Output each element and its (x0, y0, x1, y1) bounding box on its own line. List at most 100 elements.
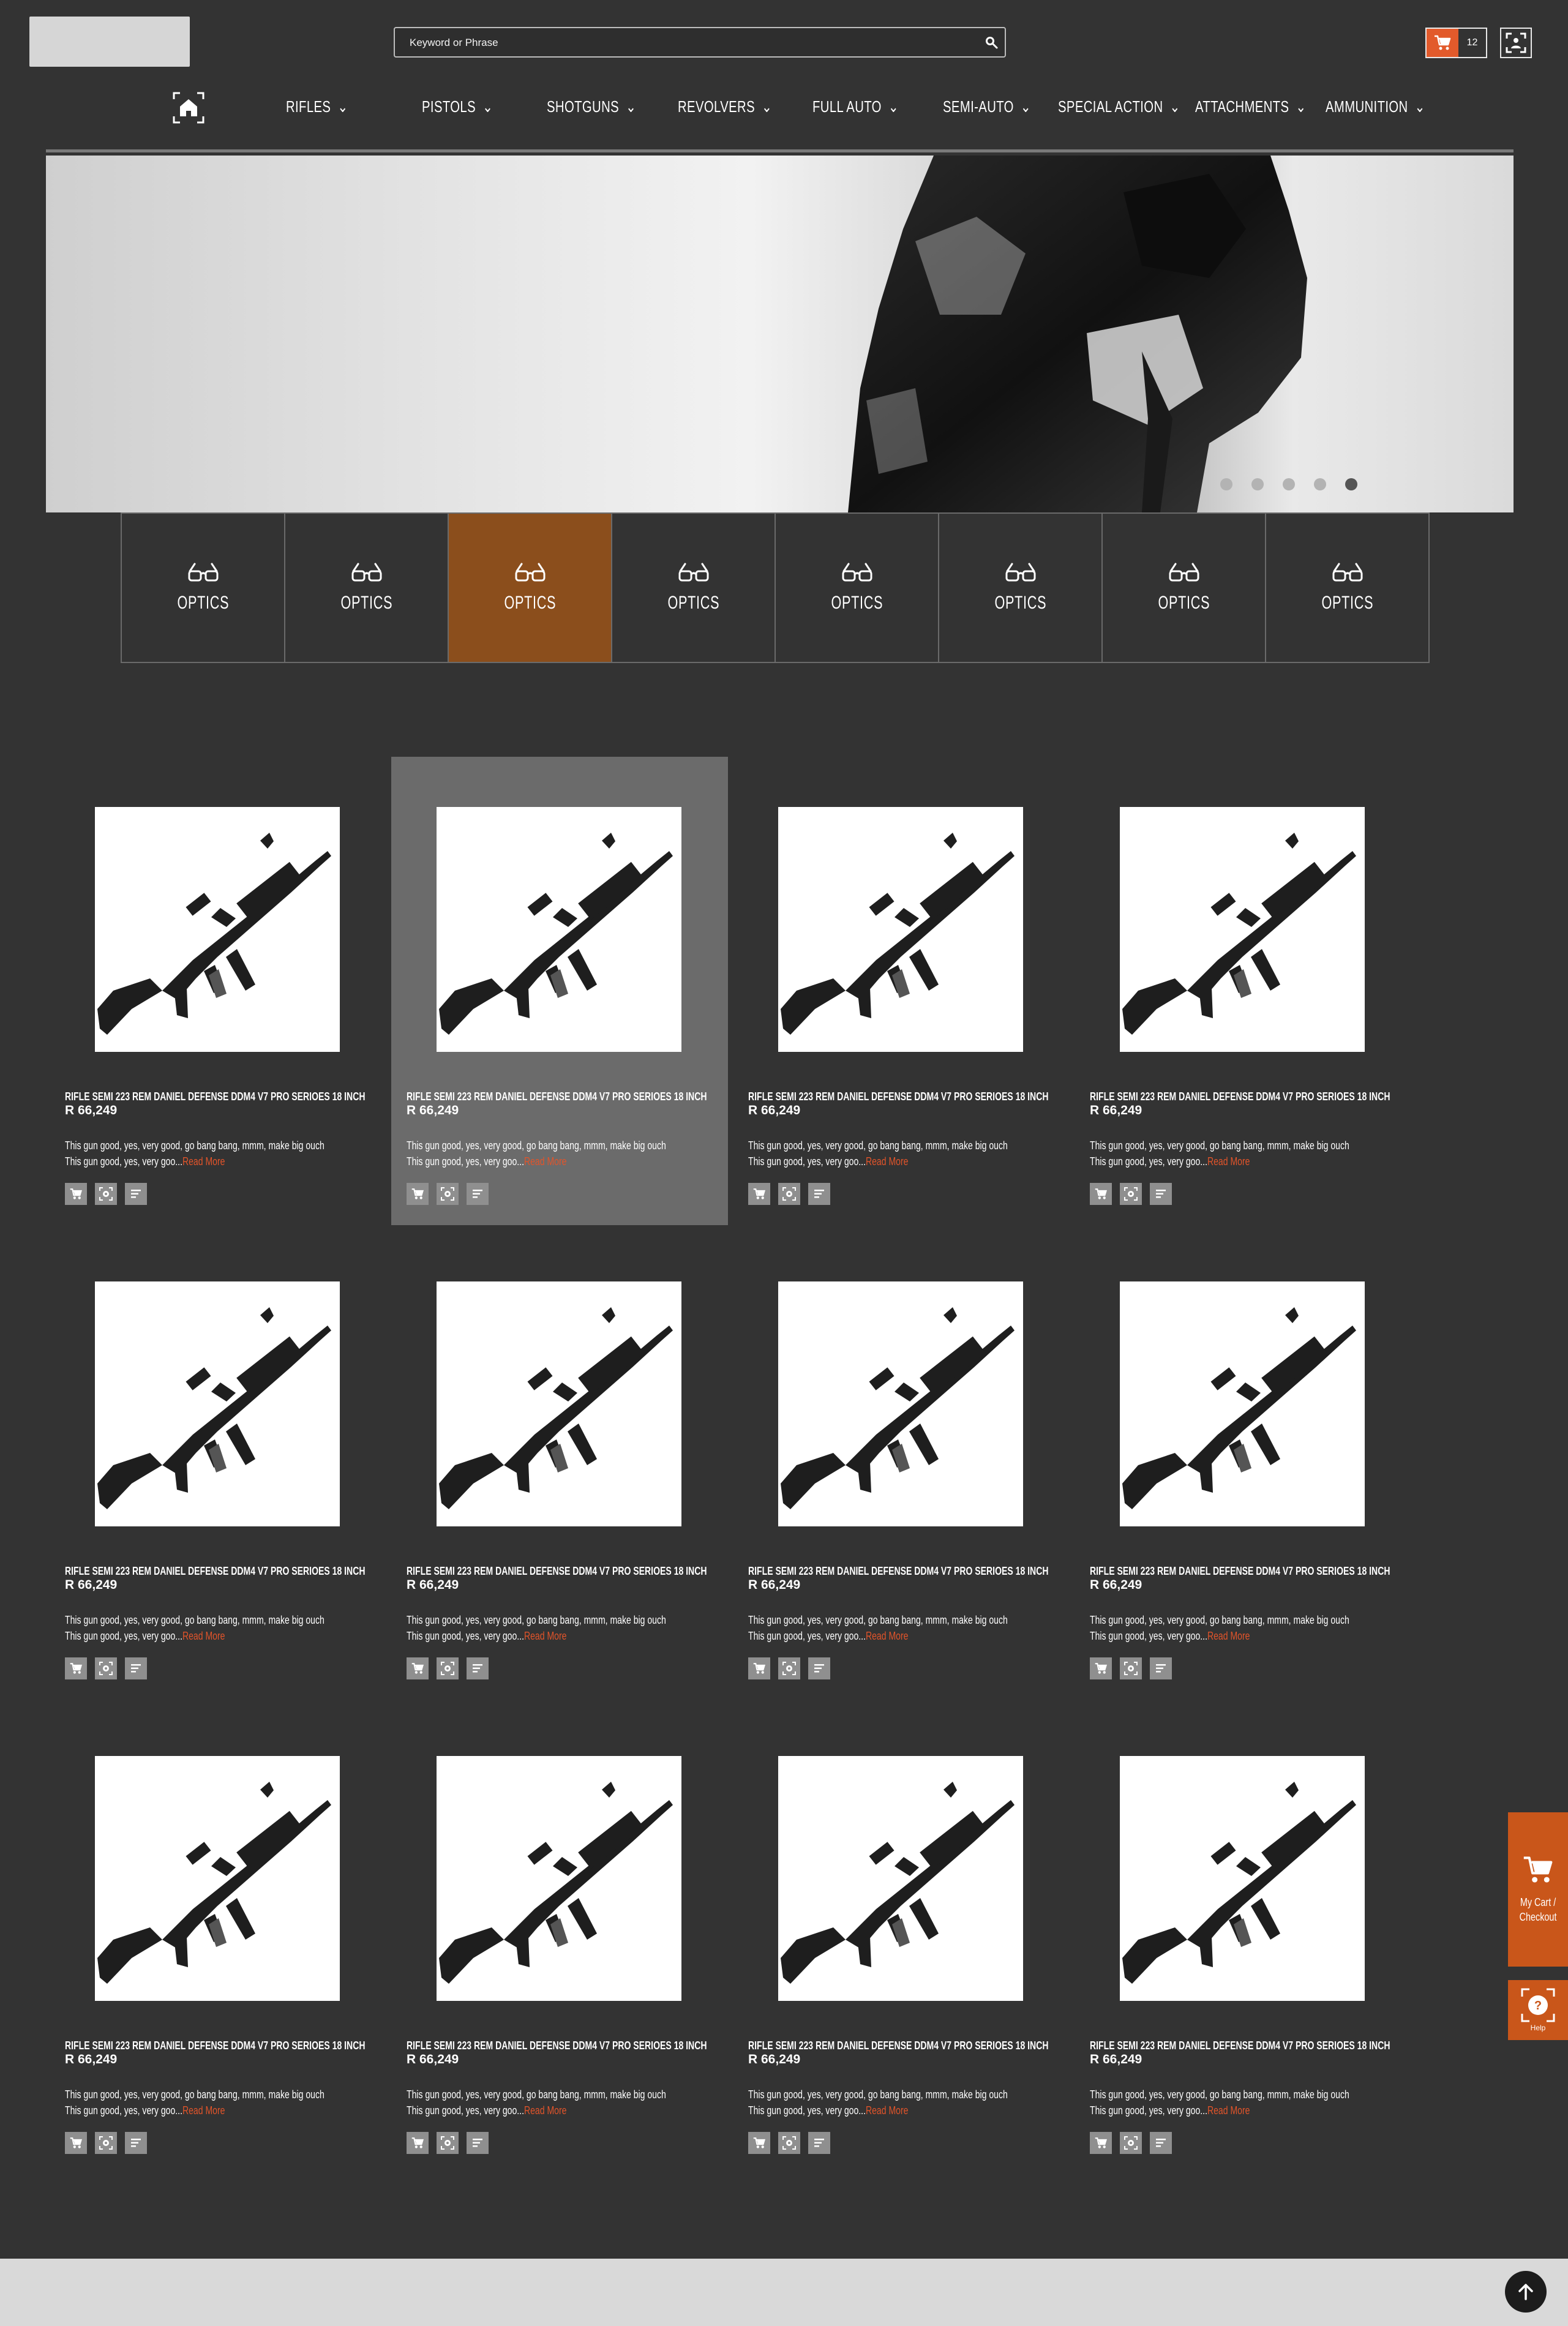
category-tile[interactable]: OPTICS (939, 514, 1103, 662)
product-image[interactable] (1120, 1756, 1365, 2001)
category-tile[interactable]: OPTICS (1103, 514, 1266, 662)
slider-dot-active[interactable] (1345, 478, 1357, 490)
read-more-link[interactable]: Read More (1207, 1155, 1250, 1168)
add-to-cart-button[interactable] (407, 1183, 429, 1205)
product-image[interactable] (437, 807, 681, 1052)
product-image[interactable] (95, 1281, 340, 1526)
product-title[interactable]: RIFLE SEMI 223 REM DANIEL DEFENSE DDM4 V… (748, 1090, 1048, 1103)
product-title[interactable]: RIFLE SEMI 223 REM DANIEL DEFENSE DDM4 V… (407, 1090, 707, 1103)
details-button[interactable] (1150, 2132, 1172, 2154)
details-button[interactable] (1150, 1183, 1172, 1205)
add-to-cart-button[interactable] (407, 1657, 429, 1679)
product-title[interactable]: RIFLE SEMI 223 REM DANIEL DEFENSE DDM4 V… (1090, 1565, 1390, 1578)
product-card[interactable]: RIFLE SEMI 223 REM DANIEL DEFENSE DDM4 V… (1075, 1706, 1411, 2174)
quick-view-button[interactable] (1120, 1183, 1142, 1205)
category-tile-active[interactable]: OPTICS (449, 514, 612, 662)
product-image[interactable] (778, 1756, 1023, 2001)
add-to-cart-button[interactable] (1090, 2132, 1112, 2154)
details-button[interactable] (467, 2132, 489, 2154)
product-title[interactable]: RIFLE SEMI 223 REM DANIEL DEFENSE DDM4 V… (65, 1090, 365, 1103)
product-card[interactable]: RIFLE SEMI 223 REM DANIEL DEFENSE DDM4 V… (391, 1231, 728, 1700)
add-to-cart-button[interactable] (65, 2132, 87, 2154)
quick-view-button[interactable] (437, 1657, 459, 1679)
details-button[interactable] (125, 1183, 147, 1205)
details-button[interactable] (808, 2132, 830, 2154)
search-input[interactable] (408, 28, 962, 58)
product-title[interactable]: RIFLE SEMI 223 REM DANIEL DEFENSE DDM4 V… (1090, 2039, 1390, 2052)
category-tile[interactable]: OPTICS (122, 514, 285, 662)
read-more-link[interactable]: Read More (1207, 1630, 1250, 1642)
read-more-link[interactable]: Read More (524, 2104, 566, 2117)
add-to-cart-button[interactable] (407, 2132, 429, 2154)
quick-view-button[interactable] (95, 1183, 117, 1205)
product-image[interactable] (95, 807, 340, 1052)
add-to-cart-button[interactable] (748, 1657, 770, 1679)
details-button[interactable] (125, 1657, 147, 1679)
product-title[interactable]: RIFLE SEMI 223 REM DANIEL DEFENSE DDM4 V… (748, 1565, 1048, 1578)
header-cart-button[interactable]: 12 (1425, 28, 1487, 58)
product-title[interactable]: RIFLE SEMI 223 REM DANIEL DEFENSE DDM4 V… (1090, 1090, 1390, 1103)
quick-view-button[interactable] (95, 2132, 117, 2154)
quick-view-button[interactable] (778, 1657, 800, 1679)
details-button[interactable] (467, 1657, 489, 1679)
quick-view-button[interactable] (95, 1657, 117, 1679)
read-more-link[interactable]: Read More (866, 1155, 908, 1168)
add-to-cart-button[interactable] (65, 1657, 87, 1679)
quick-view-button[interactable] (778, 1183, 800, 1205)
nav-item-revolvers[interactable]: REVOLVERS ⌄ (678, 94, 772, 119)
product-card[interactable]: RIFLE SEMI 223 REM DANIEL DEFENSE DDM4 V… (50, 1706, 386, 2174)
slider-dot[interactable] (1314, 478, 1326, 490)
help-button[interactable]: ? Help (1508, 1980, 1568, 2040)
product-image[interactable] (437, 1281, 681, 1526)
product-title[interactable]: RIFLE SEMI 223 REM DANIEL DEFENSE DDM4 V… (407, 1565, 707, 1578)
add-to-cart-button[interactable] (748, 2132, 770, 2154)
nav-item-shotguns[interactable]: SHOTGUNS ⌄ (547, 94, 636, 119)
product-title[interactable]: RIFLE SEMI 223 REM DANIEL DEFENSE DDM4 V… (748, 2039, 1048, 2052)
product-title[interactable]: RIFLE SEMI 223 REM DANIEL DEFENSE DDM4 V… (407, 2039, 707, 2052)
product-image[interactable] (95, 1756, 340, 2001)
read-more-link[interactable]: Read More (866, 2104, 908, 2117)
nav-home[interactable] (173, 92, 204, 124)
read-more-link[interactable]: Read More (182, 1630, 225, 1642)
product-image[interactable] (1120, 1281, 1365, 1526)
nav-item-semi-auto[interactable]: SEMI-AUTO ⌄ (943, 94, 1031, 119)
nav-item-full-auto[interactable]: FULL AUTO ⌄ (812, 94, 899, 119)
product-card[interactable]: RIFLE SEMI 223 REM DANIEL DEFENSE DDM4 V… (1075, 1231, 1411, 1700)
nav-item-special-action[interactable]: SPECIAL ACTION ⌄ (1058, 94, 1180, 119)
product-card[interactable]: RIFLE SEMI 223 REM DANIEL DEFENSE DDM4 V… (50, 1231, 386, 1700)
category-tile[interactable]: OPTICS (612, 514, 776, 662)
product-card[interactable]: RIFLE SEMI 223 REM DANIEL DEFENSE DDM4 V… (733, 1231, 1070, 1700)
add-to-cart-button[interactable] (748, 1183, 770, 1205)
read-more-link[interactable]: Read More (1207, 2104, 1250, 2117)
nav-item-pistols[interactable]: PISTOLS ⌄ (422, 94, 493, 119)
category-tile[interactable]: OPTICS (1266, 514, 1428, 662)
product-card[interactable]: RIFLE SEMI 223 REM DANIEL DEFENSE DDM4 V… (391, 757, 728, 1225)
quick-view-button[interactable] (437, 2132, 459, 2154)
category-tile[interactable]: OPTICS (285, 514, 449, 662)
product-card[interactable]: RIFLE SEMI 223 REM DANIEL DEFENSE DDM4 V… (50, 757, 386, 1225)
site-logo[interactable] (29, 17, 190, 67)
product-image[interactable] (778, 807, 1023, 1052)
read-more-link[interactable]: Read More (866, 1630, 908, 1642)
nav-item-ammunition[interactable]: AMMUNITION ⌄ (1326, 94, 1425, 119)
nav-item-rifles[interactable]: RIFLES ⌄ (286, 94, 348, 119)
read-more-link[interactable]: Read More (182, 2104, 225, 2117)
quick-view-button[interactable] (1120, 1657, 1142, 1679)
product-image[interactable] (778, 1281, 1023, 1526)
read-more-link[interactable]: Read More (524, 1155, 566, 1168)
slider-dot[interactable] (1220, 478, 1232, 490)
back-to-top-button[interactable] (1505, 2271, 1547, 2313)
add-to-cart-button[interactable] (1090, 1657, 1112, 1679)
side-cart-checkout-button[interactable]: My Cart / Checkout (1508, 1812, 1568, 1967)
details-button[interactable] (1150, 1657, 1172, 1679)
add-to-cart-button[interactable] (1090, 1183, 1112, 1205)
details-button[interactable] (125, 2132, 147, 2154)
product-card[interactable]: RIFLE SEMI 223 REM DANIEL DEFENSE DDM4 V… (391, 1706, 728, 2174)
details-button[interactable] (808, 1657, 830, 1679)
quick-view-button[interactable] (778, 2132, 800, 2154)
details-button[interactable] (467, 1183, 489, 1205)
product-title[interactable]: RIFLE SEMI 223 REM DANIEL DEFENSE DDM4 V… (65, 2039, 365, 2052)
details-button[interactable] (808, 1183, 830, 1205)
product-card[interactable]: RIFLE SEMI 223 REM DANIEL DEFENSE DDM4 V… (1075, 757, 1411, 1225)
scan-button[interactable] (1500, 28, 1532, 58)
